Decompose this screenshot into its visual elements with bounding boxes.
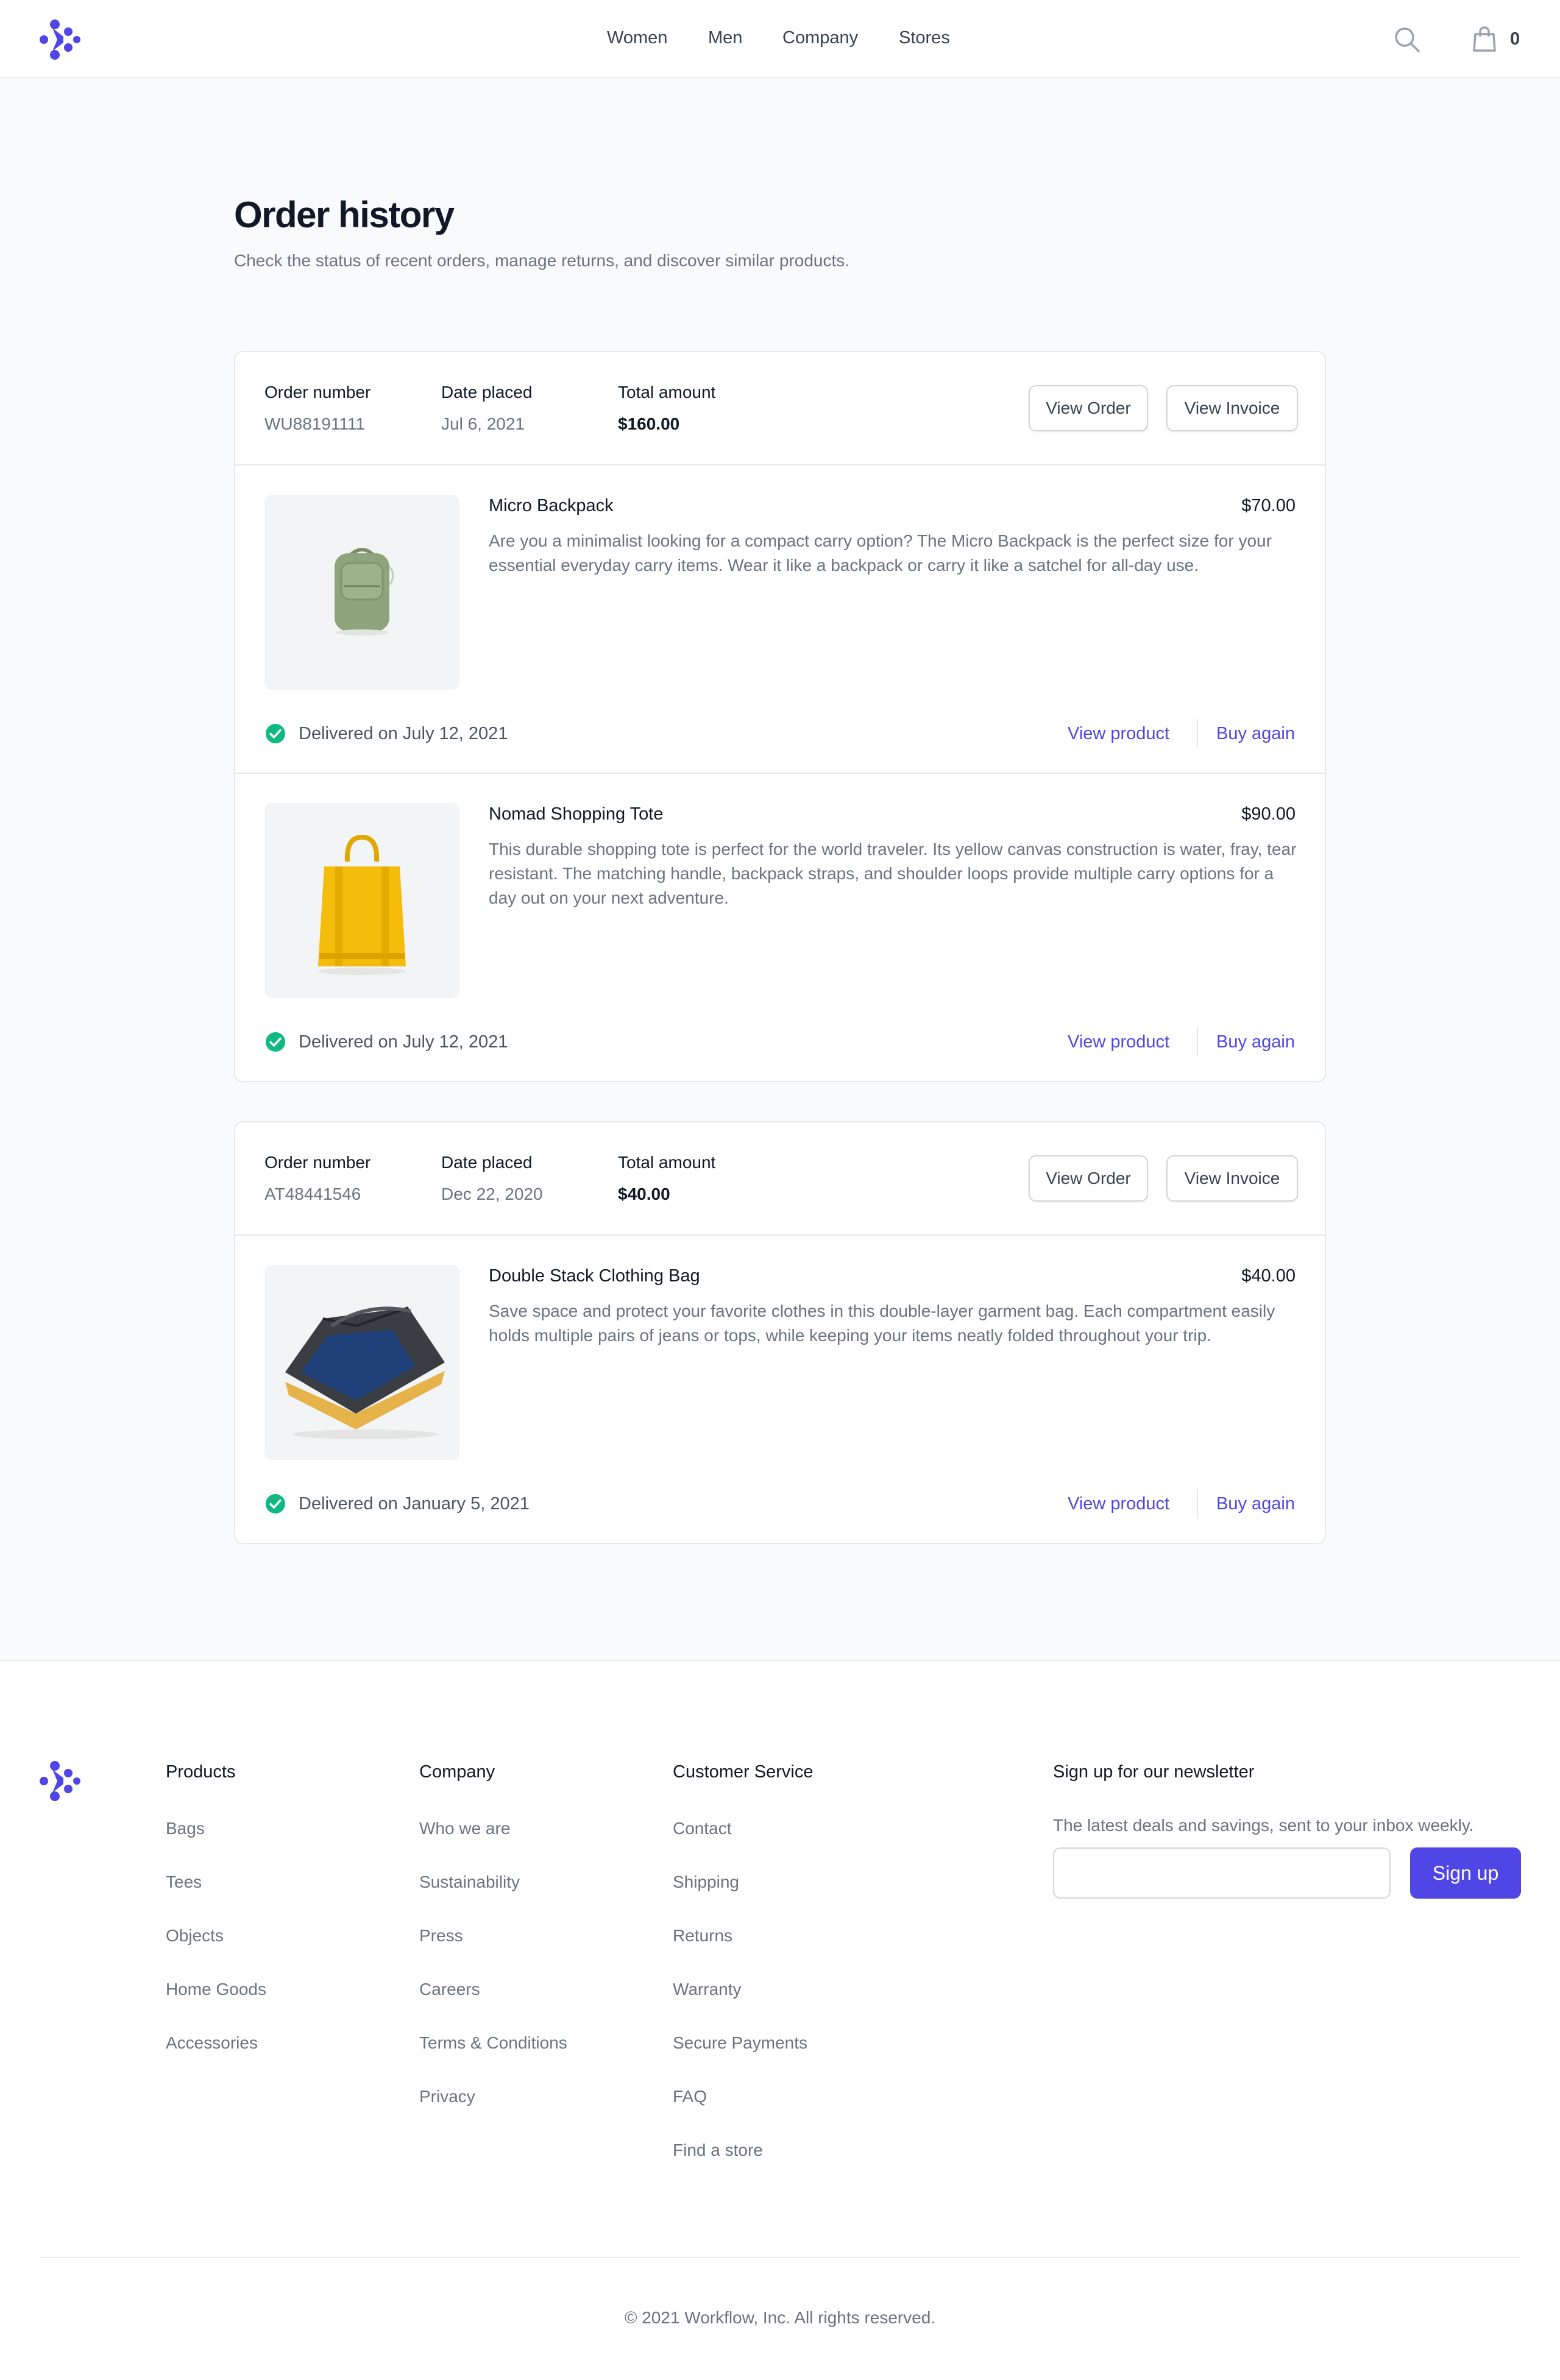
view-product-link[interactable]: View product — [1068, 1032, 1169, 1052]
date-placed-label: Date placed — [441, 1153, 533, 1172]
footer-link[interactable]: Returns — [673, 1919, 813, 1952]
check-circle-icon — [266, 1032, 285, 1052]
total-amount: Total amount $160.00 — [618, 383, 715, 434]
footer-link[interactable]: Tees — [166, 1866, 266, 1899]
product-image-nomad-shopping-tote — [264, 803, 459, 998]
total-amount: Total amount $40.00 — [618, 1153, 715, 1204]
view-product-link[interactable]: View product — [1068, 724, 1169, 744]
order-summary: Order number AT48441546 Date placed Dec … — [235, 1122, 1325, 1236]
footer-link[interactable]: Warranty — [673, 1973, 813, 2006]
footer-column-company: Company Who we are Sustainability Press … — [419, 1762, 567, 2113]
view-product-link[interactable]: View product — [1068, 1494, 1169, 1514]
shopping-bag-icon[interactable] — [1472, 26, 1497, 52]
product-name: Micro Backpack — [489, 496, 614, 515]
product-description: Save space and protect your favorite clo… — [489, 1302, 1275, 1345]
product-name: Double Stack Clothing Bag — [489, 1266, 700, 1286]
footer-link[interactable]: Privacy — [419, 2080, 567, 2113]
nav-men[interactable]: Men — [708, 28, 742, 48]
product-description: This durable shopping tote is perfect fo… — [489, 840, 1297, 907]
date-placed-value: Dec 22, 2020 — [441, 1185, 543, 1203]
footer-link[interactable]: Accessories — [166, 2027, 266, 2059]
view-invoice-button[interactable]: View Invoice — [1166, 1155, 1298, 1202]
footer-link[interactable]: FAQ — [673, 2080, 813, 2113]
footer-link[interactable]: Sustainability — [419, 1866, 567, 1899]
date-placed-label: Date placed — [441, 383, 533, 402]
total-amount-value: $160.00 — [618, 414, 680, 433]
nav-stores[interactable]: Stores — [899, 28, 950, 48]
footer-link[interactable]: Find a store — [673, 2134, 813, 2167]
product-description: Are you a minimalist looking for a compa… — [489, 531, 1272, 575]
product-name: Nomad Shopping Tote — [489, 804, 664, 824]
footer-divider — [39, 2257, 1521, 2258]
cart-count[interactable]: 0 — [1510, 29, 1520, 49]
order-item: Nomad Shopping Tote $90.00 This durable … — [235, 774, 1325, 1082]
footer-link[interactable]: Bags — [166, 1812, 266, 1845]
link-divider — [1197, 1489, 1198, 1518]
total-amount-label: Total amount — [618, 1153, 716, 1172]
order-card: Order number AT48441546 Date placed Dec … — [234, 1121, 1326, 1544]
order-number: Order number AT48441546 — [264, 1153, 370, 1204]
delivery-status-text: Delivered on July 12, 2021 — [299, 1032, 508, 1052]
delivery-status-text: Delivered on January 5, 2021 — [299, 1494, 530, 1514]
product-price: $90.00 — [1241, 804, 1296, 824]
nav-women[interactable]: Women — [607, 28, 667, 48]
total-amount-value: $40.00 — [618, 1185, 670, 1203]
view-invoice-button[interactable]: View Invoice — [1166, 385, 1298, 431]
order-number: Order number WU88191111 — [264, 383, 370, 434]
date-placed: Date placed Dec 22, 2020 — [441, 1153, 543, 1204]
product-price: $70.00 — [1241, 496, 1296, 515]
site-footer: Products Bags Tees Objects Home Goods Ac… — [0, 1660, 1560, 2380]
order-number-value: AT48441546 — [264, 1185, 361, 1203]
newsletter-title: Sign up for our newsletter — [1053, 1762, 1255, 1782]
check-circle-icon — [266, 1494, 285, 1514]
site-header: Women Men Company Stores 0 — [0, 0, 1560, 78]
buy-again-link[interactable]: Buy again — [1216, 724, 1295, 744]
newsletter-subtitle: The latest deals and savings, sent to yo… — [1053, 1816, 1474, 1835]
order-summary: Order number WU88191111 Date placed Jul … — [235, 352, 1325, 466]
link-divider — [1197, 719, 1198, 748]
footer-link[interactable]: Secure Payments — [673, 2027, 813, 2059]
footer-link[interactable]: Shipping — [673, 1866, 813, 1899]
date-placed-value: Jul 6, 2021 — [441, 414, 525, 433]
order-number-label: Order number — [264, 1153, 371, 1172]
footer-link[interactable]: Objects — [166, 1919, 266, 1952]
product-image-micro-backpack — [264, 495, 459, 690]
footer-heading: Company — [419, 1762, 495, 1782]
total-amount-label: Total amount — [618, 383, 716, 402]
order-item: Micro Backpack $70.00 Are you a minimali… — [235, 466, 1325, 774]
footer-link[interactable]: Contact — [673, 1812, 813, 1845]
signup-button[interactable]: Sign up — [1410, 1847, 1521, 1899]
copyright: © 2021 Workflow, Inc. All rights reserve… — [624, 2308, 936, 2327]
order-number-value: WU88191111 — [264, 414, 365, 433]
footer-column-products: Products Bags Tees Objects Home Goods Ac… — [166, 1762, 266, 2059]
footer-link[interactable]: Careers — [419, 1973, 567, 2006]
footer-heading: Products — [166, 1762, 236, 1782]
buy-again-link[interactable]: Buy again — [1216, 1494, 1295, 1514]
footer-column-customer-service: Customer Service Contact Shipping Return… — [673, 1762, 813, 2167]
delivery-status-text: Delivered on July 12, 2021 — [299, 724, 508, 743]
nav-company[interactable]: Company — [782, 28, 858, 48]
link-divider — [1197, 1027, 1198, 1057]
footer-link[interactable]: Who we are — [419, 1812, 567, 1845]
product-price: $40.00 — [1241, 1266, 1296, 1286]
workflow-logo[interactable] — [39, 1760, 82, 1802]
order-number-label: Order number — [264, 383, 371, 402]
product-image-double-stack-clothing-bag — [264, 1265, 459, 1460]
page-title: Order history — [234, 194, 455, 235]
footer-link[interactable]: Terms & Conditions — [419, 2027, 567, 2059]
footer-link[interactable]: Press — [419, 1919, 567, 1952]
footer-heading: Customer Service — [673, 1762, 814, 1782]
page-subtitle: Check the status of recent orders, manag… — [234, 251, 850, 270]
main-nav: Women Men Company Stores — [0, 0, 1560, 78]
footer-link[interactable]: Home Goods — [166, 1973, 266, 2006]
date-placed: Date placed Jul 6, 2021 — [441, 383, 532, 434]
check-circle-icon — [266, 724, 285, 743]
view-order-button[interactable]: View Order — [1029, 1155, 1148, 1202]
newsletter-email-input[interactable] — [1053, 1847, 1391, 1899]
buy-again-link[interactable]: Buy again — [1216, 1032, 1295, 1052]
order-card: Order number WU88191111 Date placed Jul … — [234, 351, 1326, 1082]
search-icon[interactable] — [1393, 26, 1421, 54]
order-item: Double Stack Clothing Bag $40.00 Save sp… — [235, 1236, 1325, 1544]
view-order-button[interactable]: View Order — [1029, 385, 1148, 431]
